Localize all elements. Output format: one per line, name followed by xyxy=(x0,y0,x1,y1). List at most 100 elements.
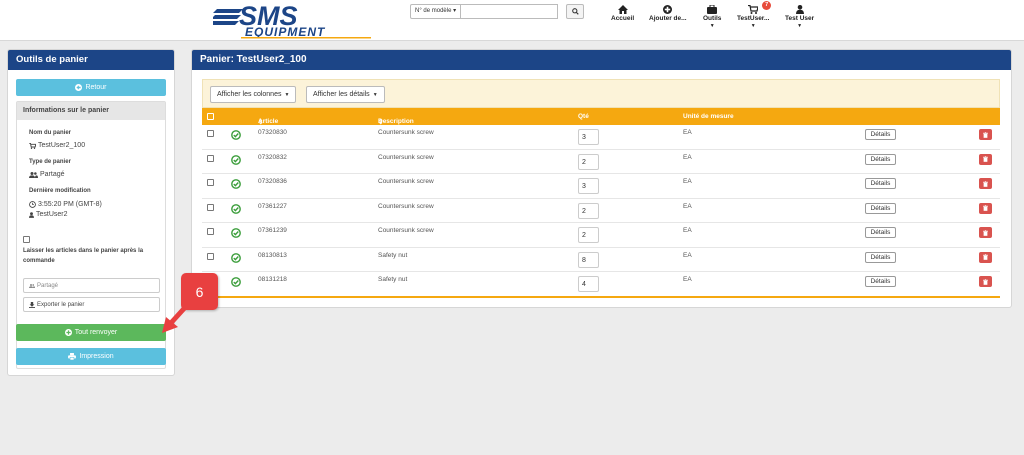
check-circle-icon xyxy=(231,203,241,214)
trash-icon xyxy=(983,205,988,211)
article-number: 07320830 xyxy=(258,129,287,136)
shared-button[interactable]: Partagé xyxy=(23,278,160,293)
check-circle-icon xyxy=(231,228,241,238)
row-checkbox[interactable] xyxy=(207,154,214,162)
check-circle-icon xyxy=(231,130,241,140)
print-icon xyxy=(68,353,77,360)
quantity-input[interactable]: 4 xyxy=(578,276,599,292)
nav-add[interactable]: Ajouter de... xyxy=(649,4,687,22)
users-icon xyxy=(29,171,38,178)
show-details-button[interactable]: Afficher les détails ▼ xyxy=(306,86,385,103)
shared-button-label: Partagé xyxy=(37,282,59,289)
details-button[interactable]: Détails xyxy=(865,227,896,238)
nav-home[interactable]: Accueil xyxy=(611,4,634,22)
unit-of-measure: EA xyxy=(683,178,692,185)
nav-cart[interactable]: 7 TestUser... ▼ xyxy=(737,1,772,29)
item-description: Countersunk screw xyxy=(378,153,434,161)
quantity-input[interactable]: 3 xyxy=(578,178,599,194)
cart-name-label: Nom du panier xyxy=(29,130,72,136)
quantity-input[interactable]: 2 xyxy=(578,202,599,219)
unit-of-measure: EA xyxy=(683,153,692,161)
nav-user[interactable]: Test User ▼ xyxy=(785,4,814,29)
trash-icon xyxy=(983,254,988,260)
trash-icon xyxy=(983,278,988,285)
quantity-input[interactable]: 8 xyxy=(578,251,599,268)
article-number: 07361239 xyxy=(258,227,287,234)
row-checkbox[interactable] xyxy=(207,228,214,235)
back-button[interactable]: Retour xyxy=(16,79,166,96)
resend-all-button[interactable]: Tout renvoyer xyxy=(16,324,166,341)
table-row: 07320830 Countersunk screw 3 EA Détails xyxy=(202,125,1000,150)
search-button[interactable] xyxy=(566,4,584,19)
delete-button[interactable] xyxy=(979,276,992,287)
item-description: Safety nut xyxy=(378,276,408,283)
table-toolbar: Afficher les colonnes ▼ Afficher les dét… xyxy=(202,79,1000,108)
clock-icon xyxy=(29,201,36,208)
last-modified-time-text: 3:55:20 PM (GMT-8) xyxy=(38,201,102,208)
row-checkbox[interactable] xyxy=(207,130,214,137)
cart-name-text: TestUser2_100 xyxy=(38,142,86,149)
details-button[interactable]: Détails xyxy=(865,251,896,263)
delete-button[interactable] xyxy=(979,227,992,238)
trash-icon xyxy=(983,229,988,236)
check-circle-icon xyxy=(231,179,241,189)
search-input[interactable] xyxy=(461,4,559,19)
keep-items-checkbox[interactable] xyxy=(23,236,30,243)
details-button[interactable]: Détails xyxy=(865,129,896,140)
chevron-down-icon: ▼ xyxy=(372,91,378,98)
item-description: Countersunk screw xyxy=(378,129,434,136)
cart-icon xyxy=(29,142,36,149)
cart-info-title: Informations sur le panier xyxy=(17,102,165,120)
col-qty: Qté xyxy=(578,113,589,120)
delete-button[interactable] xyxy=(979,129,992,140)
model-number-select[interactable]: N° de modèle ▾ xyxy=(410,4,462,19)
delete-button[interactable] xyxy=(979,202,992,214)
cart-tools-title: Outils de panier xyxy=(8,50,174,70)
nav-tools[interactable]: Outils ▼ xyxy=(703,4,721,29)
row-checkbox[interactable] xyxy=(207,179,214,186)
last-modified-user-text: TestUser2 xyxy=(36,211,68,218)
unit-of-measure: EA xyxy=(683,276,692,283)
export-cart-button[interactable]: Exporter le panier xyxy=(23,297,160,312)
details-button[interactable]: Détails xyxy=(865,202,896,214)
delete-button[interactable] xyxy=(979,178,992,189)
home-icon xyxy=(617,5,628,14)
check-circle-icon xyxy=(231,277,241,287)
last-modified-time: 3:55:20 PM (GMT-8) xyxy=(29,201,102,208)
unit-of-measure: EA xyxy=(683,129,692,136)
arrow-circle-left-icon xyxy=(75,84,83,91)
cart-name-value: TestUser2_100 xyxy=(29,142,85,149)
table-row: 07361239 Countersunk screw 2 EA Détails xyxy=(202,223,1000,248)
table-row: 08131218 Safety nut 4 EA Détails xyxy=(202,272,1000,297)
cart-tools-panel: Outils de panier Retour Informations sur… xyxy=(7,49,175,376)
article-number: 08130813 xyxy=(258,251,287,259)
cart-type-value: Partagé xyxy=(29,171,65,178)
trash-icon xyxy=(983,131,988,138)
select-all-checkbox[interactable] xyxy=(207,113,214,120)
item-description: Safety nut xyxy=(378,251,408,259)
row-checkbox[interactable] xyxy=(207,252,214,260)
details-button[interactable]: Détails xyxy=(865,276,896,287)
delete-button[interactable] xyxy=(979,153,992,165)
check-circle-icon xyxy=(231,252,241,263)
sms-equipment-logo[interactable]: SMS EQUIPMENT xyxy=(213,1,378,39)
delete-button[interactable] xyxy=(979,251,992,263)
print-button[interactable]: Impression xyxy=(16,348,166,365)
unit-of-measure: EA xyxy=(683,227,692,234)
quantity-input[interactable]: 2 xyxy=(578,153,599,170)
row-checkbox[interactable] xyxy=(207,203,214,211)
show-columns-button[interactable]: Afficher les colonnes ▼ xyxy=(210,86,297,103)
details-button[interactable]: Détails xyxy=(865,178,896,189)
quantity-input[interactable]: 2 xyxy=(578,227,599,243)
cart-panel: Panier: TestUser2_100 Afficher les colon… xyxy=(191,49,1012,308)
article-number: 07320836 xyxy=(258,178,287,185)
check-circle-icon xyxy=(231,154,241,165)
details-button[interactable]: Détails xyxy=(865,153,896,165)
table-footer-line xyxy=(202,296,1000,298)
item-description: Countersunk screw xyxy=(378,227,434,234)
unit-of-measure: EA xyxy=(683,251,692,259)
quantity-input[interactable]: 3 xyxy=(578,129,599,145)
table-row: 07320836 Countersunk screw 3 EA Détails xyxy=(202,174,1000,199)
article-number: 08131218 xyxy=(258,276,287,283)
item-description: Countersunk screw xyxy=(378,178,434,185)
